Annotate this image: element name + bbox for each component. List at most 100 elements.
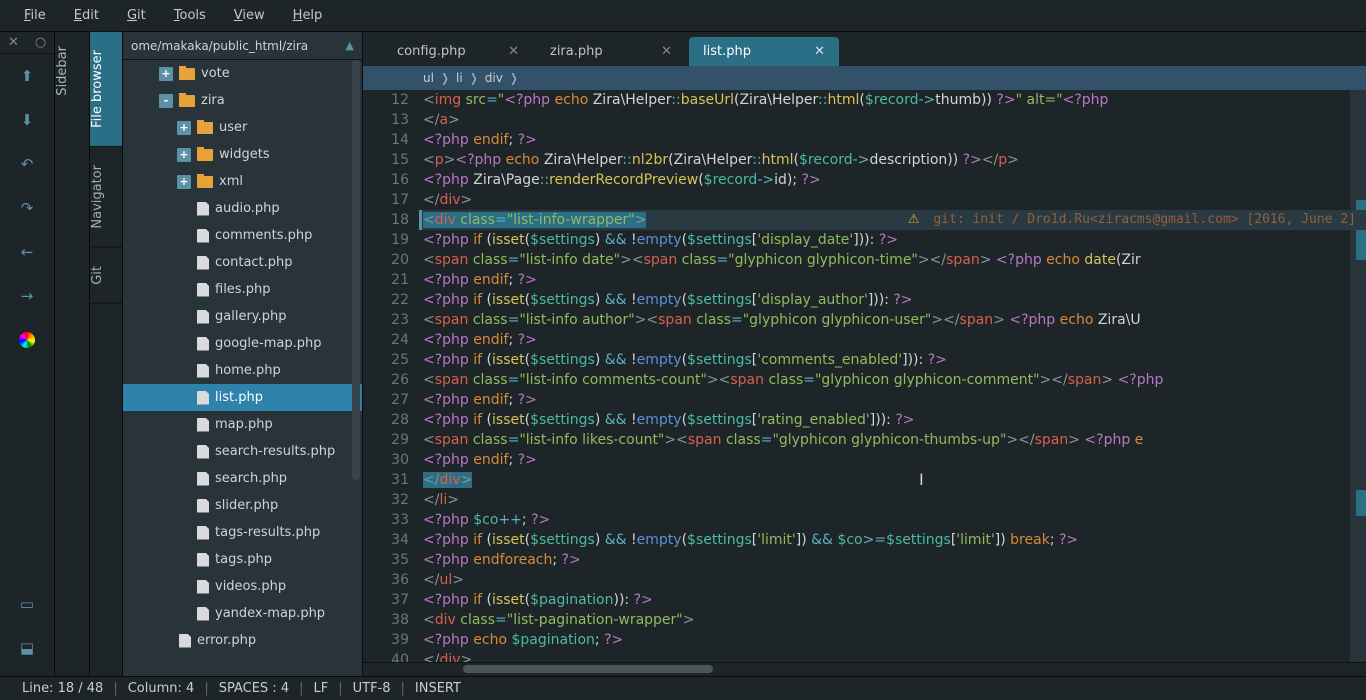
status-column[interactable]: Column: 4 [118,681,205,696]
tree-toggle-icon[interactable]: + [177,175,191,189]
file-gallery.php[interactable]: gallery.php [123,303,362,330]
color-picker-icon[interactable] [11,324,43,356]
panel-tab-navigator[interactable]: Navigator [90,147,122,248]
tree-item-label: xml [219,174,243,189]
code-line[interactable]: <?php endforeach; ?> [419,550,1366,570]
code-line[interactable]: <?php endif; ?> [419,330,1366,350]
file-videos.php[interactable]: videos.php [123,573,362,600]
file-slider.php[interactable]: slider.php [123,492,362,519]
code-line[interactable]: <span class="list-info comments-count"><… [419,370,1366,390]
back-icon[interactable]: ← [11,236,43,268]
code-line[interactable]: <?php endif; ?> [419,450,1366,470]
file-home.php[interactable]: home.php [123,357,362,384]
code-line[interactable]: <?php if (isset($settings) && !empty($se… [419,350,1366,370]
file-path[interactable]: ome/makaka/public_html/zira ▲ [123,32,362,60]
tab-config-php[interactable]: config.php✕ [383,37,533,66]
tree-toggle-icon[interactable]: + [177,121,191,135]
breadcrumb-segment[interactable]: div [485,71,503,85]
status-eol[interactable]: LF [303,681,338,696]
code-line[interactable]: <?php if (isset($settings) && !empty($se… [419,230,1366,250]
panel-tab-git[interactable]: Git [90,248,122,304]
status-encoding[interactable]: UTF-8 [343,681,401,696]
close-icon[interactable]: ✕ [0,32,27,53]
status-line[interactable]: Line: 18 / 48 [12,681,113,696]
folder-user[interactable]: +user [123,114,362,141]
code-line[interactable]: <?php endif; ?> [419,390,1366,410]
menu-edit[interactable]: Edit [60,4,113,27]
menu-view[interactable]: View [220,4,279,27]
menu-git[interactable]: Git [113,4,160,27]
menu-file[interactable]: File [10,4,60,27]
menu-help[interactable]: Help [279,4,337,27]
git-annotation: ⚠ git: init / Dro1d.Ru<ziracms@gmail.com… [908,210,1356,230]
tree-toggle-icon[interactable]: + [159,67,173,81]
tab-close-icon[interactable]: ✕ [508,44,519,59]
code-line[interactable]: <?php endif; ?> [419,130,1366,150]
code-line[interactable]: </a> [419,110,1366,130]
file-search.php[interactable]: search.php [123,465,362,492]
folder-widgets[interactable]: +widgets [123,141,362,168]
breadcrumb-segment[interactable]: ul [423,71,434,85]
file-contact.php[interactable]: contact.php [123,249,362,276]
code-line[interactable]: <span class="list-info likes-count"><spa… [419,430,1366,450]
folder-zira[interactable]: -zira [123,87,362,114]
path-up-icon[interactable]: ▲ [346,39,354,52]
code-line[interactable]: <?php echo $pagination; ?> [419,630,1366,650]
file-files.php[interactable]: files.php [123,276,362,303]
circle-icon[interactable]: ○ [27,32,54,53]
tab-list-php[interactable]: list.php✕ [689,37,839,66]
file-yandex-map.php[interactable]: yandex-map.php [123,600,362,627]
tab-close-icon[interactable]: ✕ [814,44,825,59]
code-line[interactable]: <?php endif; ?> [419,270,1366,290]
tab-close-icon[interactable]: ✕ [661,44,672,59]
tab-zira-php[interactable]: zira.php✕ [536,37,686,66]
status-spaces[interactable]: SPACES : 4 [209,681,299,696]
forward-icon[interactable]: → [11,280,43,312]
file-comments.php[interactable]: comments.php [123,222,362,249]
breadcrumb[interactable]: ul❭li❭div❭ [363,66,1366,90]
code-line[interactable]: <img src="<?php echo Zira\Helper::baseUr… [419,90,1366,110]
code-line[interactable]: <div class="list-pagination-wrapper"> [419,610,1366,630]
file-tags.php[interactable]: tags.php [123,546,362,573]
undo-icon[interactable]: ↶ [11,148,43,180]
upload-icon[interactable]: ⬆ [11,60,43,92]
code-line[interactable]: <?php if (isset($pagination)): ?> [419,590,1366,610]
download-icon[interactable]: ⬇ [11,104,43,136]
code-line[interactable]: <span class="list-info date"><span class… [419,250,1366,270]
layout-icon[interactable]: ▭ [11,588,43,620]
code-line[interactable]: <?php $co++; ?> [419,510,1366,530]
file-map.php[interactable]: map.php [123,411,362,438]
panel-tab-file-browser[interactable]: File browser [90,32,122,147]
code-line[interactable]: <?php Zira\Page::renderRecordPreview($re… [419,170,1366,190]
breadcrumb-segment[interactable]: li [456,71,463,85]
code-line[interactable]: <div class="list-info-wrapper">⚠ git: in… [419,210,1366,230]
file-list.php[interactable]: list.php [123,384,362,411]
status-mode[interactable]: INSERT [405,681,471,696]
folder-xml[interactable]: + xml [123,168,362,195]
code-line[interactable]: </div> [419,650,1366,662]
file-google-map.php[interactable]: google-map.php [123,330,362,357]
file-audio.php[interactable]: audio.php [123,195,362,222]
code-line[interactable]: <?php if (isset($settings) && !empty($se… [419,290,1366,310]
folder-vote[interactable]: +vote [123,60,362,87]
file-tags-results.php[interactable]: tags-results.php [123,519,362,546]
code-line[interactable]: <p><?php echo Zira\Helper::nl2br(Zira\He… [419,150,1366,170]
tree-toggle-icon[interactable]: - [159,94,173,108]
code-editor[interactable]: 1213141516171819202122232425262728293031… [363,90,1366,662]
redo-icon[interactable]: ↷ [11,192,43,224]
scrollbar[interactable] [352,60,360,480]
code-line[interactable]: <?php if (isset($settings) && !empty($se… [419,530,1366,550]
file-search-results.php[interactable]: search-results.php [123,438,362,465]
sidebar-label[interactable]: Sidebar [55,32,89,110]
code-line[interactable]: </li> [419,490,1366,510]
code-line[interactable]: </ul> [419,570,1366,590]
menu-tools[interactable]: Tools [160,4,220,27]
code-line[interactable]: </div>I [419,470,1366,490]
horizontal-scrollbar[interactable] [363,662,1366,676]
tree-toggle-icon[interactable]: + [177,148,191,162]
layout-split-icon[interactable]: ⬓ [11,632,43,664]
file-error.php[interactable]: error.php [123,627,362,654]
code-line[interactable]: <?php if (isset($settings) && !empty($se… [419,410,1366,430]
code-line[interactable]: <span class="list-info author"><span cla… [419,310,1366,330]
code-line[interactable]: </div> [419,190,1366,210]
